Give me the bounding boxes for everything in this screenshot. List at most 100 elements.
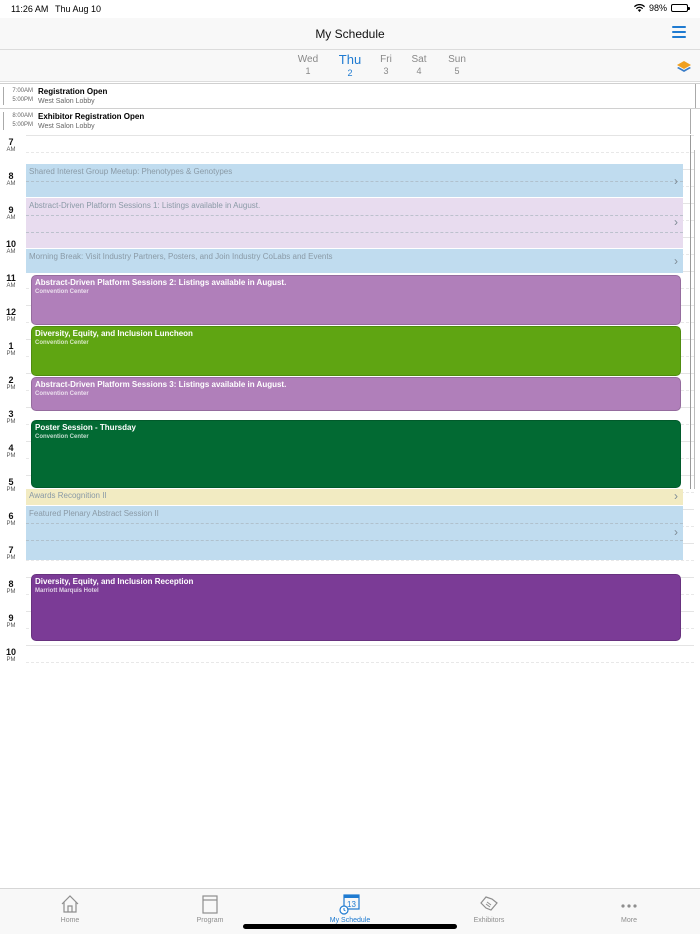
hour-meridiem: PM [6, 623, 16, 629]
faded-event[interactable]: Shared Interest Group Meetup: Phenotypes… [26, 164, 683, 197]
hour-meridiem: PM [6, 521, 16, 527]
divider [26, 215, 683, 216]
hour-number: 11 [6, 273, 16, 283]
day-name: Thu [338, 52, 362, 67]
hour-number: 10 [5, 239, 16, 249]
hour-number: 8 [8, 579, 14, 589]
tab-label: My Schedule [329, 917, 371, 924]
schedule-event[interactable]: Diversity, Equity, and Inclusion Recepti… [31, 574, 681, 641]
event-title: Abstract-Driven Platform Sessions 1: Lis… [29, 201, 261, 210]
day-selector: Wed 1 Thu 2 Fri 3 Sat 4 Sun 5 [0, 50, 700, 82]
hour-meridiem: PM [6, 657, 16, 663]
event-title: Featured Plenary Abstract Session II [29, 509, 159, 518]
hour-meridiem: AM [6, 249, 16, 255]
day-tab-sat[interactable]: Sat 4 [399, 54, 439, 76]
home-icon [61, 895, 79, 913]
hour-meridiem: AM [6, 283, 16, 289]
hour-number: 3 [8, 409, 14, 419]
battery-percent: 98% [648, 3, 667, 13]
status-date: Thu Aug 10 [55, 4, 102, 14]
status-right: 98% [633, 3, 690, 13]
day-tab-sun[interactable]: Sun 5 [437, 54, 477, 76]
menu-icon[interactable] [672, 26, 686, 39]
tab-exhibitors[interactable]: Exhibitors [444, 893, 534, 924]
tab-label: Program [196, 917, 224, 924]
faded-event[interactable]: Morning Break: Visit Industry Partners, … [26, 249, 683, 273]
battery-icon [671, 4, 690, 12]
divider [26, 540, 683, 541]
hour-number: 5 [8, 477, 14, 487]
hour-number: 7 [8, 545, 14, 555]
hour-number: 2 [8, 375, 14, 385]
home-indicator[interactable] [243, 924, 457, 929]
faded-event[interactable]: Featured Plenary Abstract Session II › [26, 506, 683, 560]
event-title: Morning Break: Visit Industry Partners, … [29, 252, 333, 261]
tab-label: Exhibitors [473, 917, 505, 924]
schedule-event[interactable]: Diversity, Equity, and Inclusion Luncheo… [31, 326, 681, 376]
svg-text:13: 13 [347, 900, 356, 909]
hour-meridiem: PM [6, 487, 16, 493]
chevron-right-icon: › [674, 525, 678, 539]
hour-meridiem: AM [6, 181, 16, 187]
day-name: Sat [411, 54, 427, 65]
hour-number: 9 [8, 613, 14, 623]
event-title: Awards Recognition II [29, 491, 107, 500]
chevron-right-icon: › [674, 254, 678, 268]
day-date: 4 [416, 66, 422, 76]
layers-icon[interactable] [677, 61, 691, 73]
tab-home[interactable]: Home [25, 893, 115, 924]
hour-meridiem: AM [6, 147, 16, 153]
schedule-event[interactable]: Abstract-Driven Platform Sessions 2: Lis… [31, 275, 681, 325]
day-name: Wed [297, 54, 319, 65]
tab-program[interactable]: Program [165, 893, 255, 924]
schedule-event[interactable]: Poster Session - Thursday Convention Cen… [31, 420, 681, 488]
hour-number: 4 [8, 443, 14, 453]
day-tab-wed[interactable]: Wed 1 [288, 54, 328, 76]
allday-span-line [690, 135, 691, 489]
event-frame [0, 84, 696, 109]
allday-event[interactable]: 7:00AM 5:00PM Registration Open West Salo… [0, 83, 700, 109]
event-title: Abstract-Driven Platform Sessions 2: Lis… [35, 278, 287, 287]
tab-label: Home [60, 917, 80, 924]
hour-number: 12 [5, 307, 16, 317]
faded-event[interactable]: Awards Recognition II › [26, 489, 683, 505]
event-title: Diversity, Equity, and Inclusion Luncheo… [35, 329, 193, 338]
hour-number: 1 [8, 341, 14, 351]
event-location: Convention Center [35, 289, 89, 295]
day-name: Sun [448, 54, 466, 65]
handshake-icon [480, 896, 498, 911]
chevron-right-icon: › [674, 174, 678, 188]
event-location: Convention Center [35, 391, 89, 397]
divider [26, 181, 683, 182]
hour-number: 8 [8, 171, 14, 181]
hour-number: 10 [5, 647, 16, 657]
status-time: 11:26 AM [11, 4, 49, 14]
event-frame [0, 109, 691, 134]
tab-my-schedule[interactable]: 13 My Schedule [305, 893, 395, 924]
divider [26, 232, 683, 233]
event-title: Abstract-Driven Platform Sessions 3: Lis… [35, 380, 287, 389]
hour-meridiem: PM [6, 589, 16, 595]
divider [26, 523, 683, 524]
hour-number: 9 [8, 205, 14, 215]
day-date: 5 [454, 66, 460, 76]
allday-event[interactable]: 8:00AM 5:00PM Exhibitor Registration Open… [0, 108, 700, 134]
tab-label: More [621, 917, 637, 924]
hour-meridiem: PM [6, 385, 16, 391]
hour-number: 7 [8, 137, 14, 147]
day-date: 2 [347, 68, 353, 78]
hour-meridiem: AM [6, 215, 16, 221]
event-title: Poster Session - Thursday [35, 423, 136, 432]
more-icon [621, 904, 637, 908]
program-icon [202, 895, 218, 914]
tab-more[interactable]: More [584, 893, 674, 924]
hour-meridiem: PM [6, 419, 16, 425]
schedule-event[interactable]: Abstract-Driven Platform Sessions 3: Lis… [31, 377, 681, 411]
chevron-right-icon: › [674, 215, 678, 229]
day-date: 1 [305, 66, 311, 76]
day-tab-thu[interactable]: Thu 2 [330, 52, 370, 78]
event-location: Marriott Marquis Hotel [35, 588, 99, 594]
event-location: Convention Center [35, 434, 89, 440]
faded-event[interactable]: Abstract-Driven Platform Sessions 1: Lis… [26, 198, 683, 248]
status-bar: 11:26 AM Thu Aug 10 98% [0, 0, 700, 18]
